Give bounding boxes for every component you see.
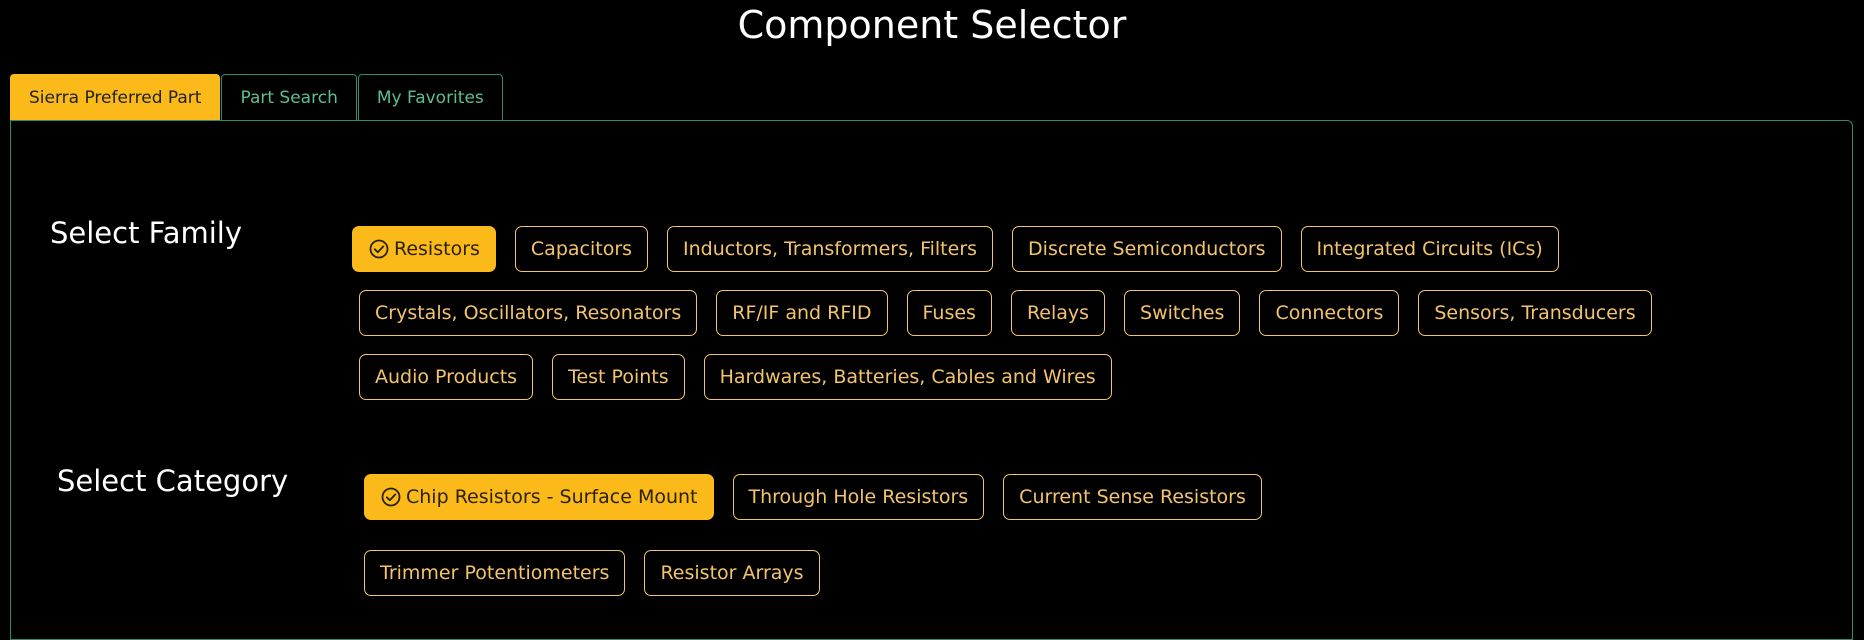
tab-part-search[interactable]: Part Search xyxy=(221,74,357,120)
category-chip-resistor-arrays[interactable]: Resistor Arrays xyxy=(644,550,820,596)
tab-strip: Sierra Preferred Part Part Search My Fav… xyxy=(10,74,504,120)
tab-my-favorites[interactable]: My Favorites xyxy=(357,74,503,120)
family-chip-discrete-semiconductors[interactable]: Discrete Semiconductors xyxy=(1012,226,1282,272)
category-row-2: Trimmer Potentiometers Resistor Arrays xyxy=(364,550,839,596)
family-chip-switches[interactable]: Switches xyxy=(1124,290,1241,336)
family-chip-inductors-transformers-filters[interactable]: Inductors, Transformers, Filters xyxy=(667,226,994,272)
family-chip-resistors[interactable]: Resistors xyxy=(352,226,496,272)
family-row-1: Resistors Capacitors Inductors, Transfor… xyxy=(352,226,1578,272)
family-chip-integrated-circuits[interactable]: Integrated Circuits (ICs) xyxy=(1300,226,1559,272)
page-title: Component Selector xyxy=(737,3,1127,47)
tab-sierra-preferred-part[interactable]: Sierra Preferred Part xyxy=(10,74,221,120)
check-circle-icon xyxy=(368,238,390,260)
family-chip-crystals-oscillators-resonators[interactable]: Crystals, Oscillators, Resonators xyxy=(359,290,698,336)
family-chip-capacitors[interactable]: Capacitors xyxy=(514,226,649,272)
family-chip-rf-if-rfid[interactable]: RF/IF and RFID xyxy=(716,290,888,336)
chip-label: Chip Resistors - Surface Mount xyxy=(406,486,698,508)
family-chip-fuses[interactable]: Fuses xyxy=(906,290,992,336)
family-row-3: Audio Products Test Points Hardwares, Ba… xyxy=(359,354,1131,400)
category-chip-through-hole-resistors[interactable]: Through Hole Resistors xyxy=(732,474,985,520)
family-chip-hardwares-batteries-cables-wires[interactable]: Hardwares, Batteries, Cables and Wires xyxy=(703,354,1112,400)
check-circle-icon xyxy=(380,486,402,508)
family-chip-relays[interactable]: Relays xyxy=(1010,290,1106,336)
category-chip-current-sense-resistors[interactable]: Current Sense Resistors xyxy=(1003,474,1262,520)
category-row-1: Chip Resistors - Surface Mount Through H… xyxy=(364,474,1281,520)
category-chip-chip-resistors-surface-mount[interactable]: Chip Resistors - Surface Mount xyxy=(364,474,714,520)
chip-label: Resistors xyxy=(394,238,480,260)
family-chip-test-points[interactable]: Test Points xyxy=(552,354,685,400)
select-family-label: Select Family xyxy=(50,216,242,250)
family-chip-sensors-transducers[interactable]: Sensors, Transducers xyxy=(1418,290,1652,336)
family-chip-audio-products[interactable]: Audio Products xyxy=(359,354,534,400)
family-row-2: Crystals, Oscillators, Resonators RF/IF … xyxy=(359,290,1671,336)
select-category-label: Select Category xyxy=(57,464,289,498)
category-chip-trimmer-potentiometers[interactable]: Trimmer Potentiometers xyxy=(364,550,626,596)
family-chip-connectors[interactable]: Connectors xyxy=(1259,290,1400,336)
